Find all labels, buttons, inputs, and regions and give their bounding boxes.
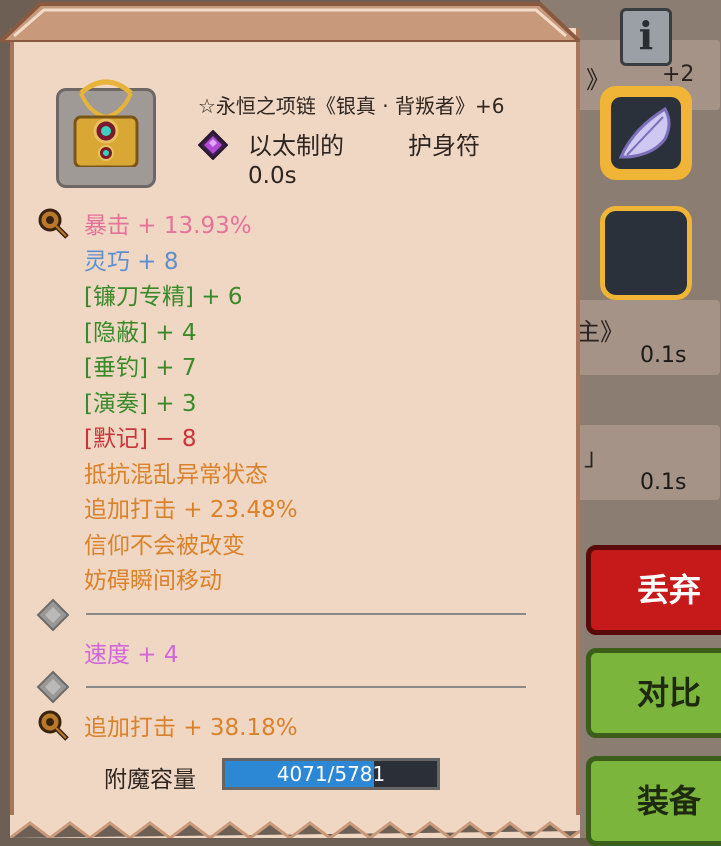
rune-icon xyxy=(38,710,69,741)
item-stat: 信仰不会被改变 xyxy=(84,532,245,559)
background-card-text: 主》 xyxy=(576,318,624,346)
item-stat: [垂钓] + 7 xyxy=(84,355,197,381)
socket-stat: 速度 + 4 xyxy=(84,642,179,668)
necklace-icon xyxy=(73,79,139,167)
background-card-text: 」 xyxy=(584,443,608,471)
feather-icon xyxy=(618,106,671,159)
socket-stat: 追加打击 + 38.18% xyxy=(84,715,298,741)
rune-icon xyxy=(38,208,69,239)
item-stat: [镰刀专精] + 6 xyxy=(84,284,243,310)
info-button[interactable]: i xyxy=(620,8,672,66)
tooltip-roof xyxy=(0,2,580,42)
item-cooldown: 0.0s xyxy=(248,163,297,189)
enchant-capacity-value: 4071/5781 xyxy=(276,762,386,786)
compare-button[interactable]: 对比 xyxy=(586,648,721,738)
background-time: 0.1s xyxy=(640,470,687,495)
enchant-capacity-bar: 4071/5781 xyxy=(222,758,440,790)
socket-divider xyxy=(86,613,526,615)
tooltip-bottom-edge xyxy=(10,815,580,838)
slot-inner xyxy=(611,97,681,169)
item-stat: 灵巧 + 8 xyxy=(84,248,179,275)
socket-divider xyxy=(86,686,526,688)
item-type-line: 以太制的 护身符 xyxy=(248,126,480,161)
item-stat: 抵抗混乱异常状态 xyxy=(84,461,268,488)
equip-button[interactable]: 装备 xyxy=(586,756,721,846)
item-stat: 妨碍瞬间移动 xyxy=(84,568,222,594)
item-stat: [演奏] + 3 xyxy=(84,390,197,417)
item-icon-frame[interactable] xyxy=(56,79,156,188)
equipment-slot-empty[interactable] xyxy=(600,206,692,300)
discard-button[interactable]: 丢弃 xyxy=(586,545,721,635)
item-quality: 以太制的 xyxy=(248,132,344,160)
item-stat: 暴击 + 13.93% xyxy=(84,213,252,239)
socket-diamond-icon xyxy=(36,598,70,632)
item-title: ☆永恒之项链《银真 · 背叛者》+6 xyxy=(198,94,505,118)
item-stat: [默记] − 8 xyxy=(84,426,197,452)
background-time: 0.1s xyxy=(640,343,687,368)
equipment-slot-feather[interactable] xyxy=(600,86,692,180)
ether-gem-icon xyxy=(198,130,228,160)
item-stat: 追加打击 + 23.48% xyxy=(84,497,298,523)
socket-diamond-icon xyxy=(36,670,70,704)
item-category: 护身符 xyxy=(408,132,480,160)
item-stat: [隐蔽] + 4 xyxy=(84,319,197,346)
enchant-capacity-label: 附魔容量 xyxy=(104,767,196,793)
